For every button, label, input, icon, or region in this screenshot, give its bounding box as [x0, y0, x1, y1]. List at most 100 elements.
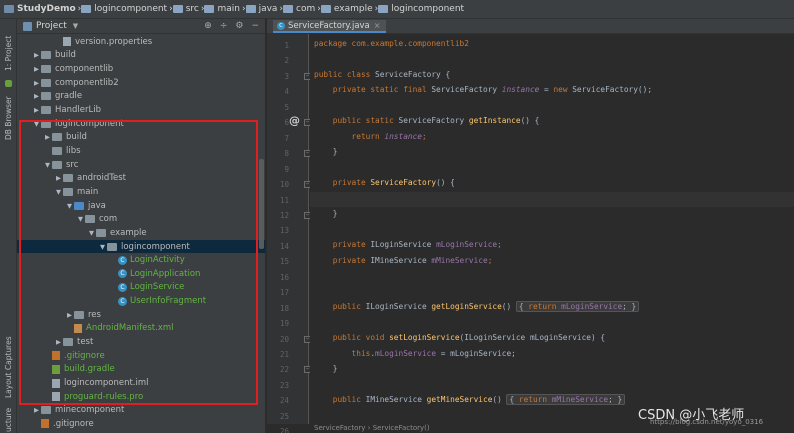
gear-icon[interactable]: ⚙	[235, 21, 243, 31]
locate-icon[interactable]: ⊕	[204, 21, 212, 31]
tree-item[interactable]: ▶ androidTest	[17, 172, 265, 186]
collapsed-arrow-icon[interactable]: ▶	[32, 92, 41, 100]
line-number: 19	[279, 319, 289, 329]
tree-item-label: componentlib	[55, 64, 114, 75]
tree-item[interactable]: C LoginService	[17, 281, 265, 295]
breadcrumb-item[interactable]: main	[204, 4, 240, 14]
tree-item-label: java	[88, 200, 106, 211]
collapse-icon[interactable]: ÷	[220, 21, 228, 31]
tree-item[interactable]: ▼ logincomponent	[17, 117, 265, 131]
breadcrumb-item[interactable]: example	[320, 4, 373, 14]
folder-icon	[52, 146, 62, 155]
breadcrumb-item[interactable]: logincomponent	[378, 4, 464, 14]
line-number: 25	[279, 411, 289, 421]
folder-icon	[63, 338, 73, 347]
db-browser-tab-label: DB Browser	[4, 96, 13, 140]
folded-region[interactable]: { return mMineService; }	[506, 394, 626, 405]
tree-item[interactable]: .gitignore	[17, 349, 265, 363]
tree-item[interactable]: C LoginApplication	[17, 267, 265, 281]
tree-item[interactable]: .gitignore	[17, 417, 265, 431]
expanded-arrow-icon[interactable]: ▼	[87, 229, 96, 237]
tab-service-factory[interactable]: C ServiceFactory.java ×	[273, 20, 387, 33]
collapsed-arrow-icon[interactable]: ▶	[32, 51, 41, 59]
collapsed-arrow-icon[interactable]: ▶	[32, 106, 41, 114]
tree-item[interactable]: ▶ gradle	[17, 90, 265, 104]
line-number: 26	[279, 427, 289, 433]
folder-icon	[41, 406, 51, 415]
tree-item[interactable]: ▶ minecomponent	[17, 404, 265, 418]
tree-item[interactable]: ▶ res	[17, 308, 265, 322]
tree-item[interactable]: ▶ test	[17, 335, 265, 349]
folder-icon	[4, 5, 14, 13]
gitignore-file-icon	[41, 419, 49, 429]
expanded-arrow-icon[interactable]: ▼	[98, 243, 107, 251]
tree-item[interactable]: ▼ example	[17, 226, 265, 240]
folder-icon	[172, 5, 183, 13]
structure-tab[interactable]: ucture	[1, 407, 16, 433]
collapsed-arrow-icon[interactable]: ▶	[43, 133, 52, 141]
tree-item-label: proguard-rules.pro	[64, 391, 144, 402]
breadcrumb-label: example	[333, 4, 373, 14]
tree-item[interactable]: proguard-rules.pro	[17, 390, 265, 404]
tree-item[interactable]: build.gradle	[17, 363, 265, 377]
code-line-3: public class ServiceFactory {	[314, 70, 451, 79]
tree-item[interactable]: version.properties	[17, 35, 265, 49]
breadcrumb-item[interactable]: com	[283, 4, 315, 14]
breadcrumb-item[interactable]: src	[172, 4, 199, 14]
editor-tab-bar: C ServiceFactory.java ×	[267, 19, 794, 34]
breadcrumb-label: logincomponent	[94, 4, 168, 14]
collapsed-arrow-icon[interactable]: ▶	[32, 406, 41, 414]
collapsed-arrow-icon[interactable]: ▶	[54, 338, 63, 346]
folder-icon	[41, 51, 51, 60]
tree-item[interactable]: ▶ componentlib	[17, 62, 265, 76]
tree-item[interactable]: C LoginActivity	[17, 253, 265, 267]
project-tool-tab[interactable]: 1: Project	[1, 23, 16, 83]
expanded-arrow-icon[interactable]: ▼	[32, 120, 41, 128]
panel-scrollbar[interactable]	[259, 159, 264, 249]
folder-icon	[41, 92, 51, 101]
tree-item[interactable]: ▶ build	[17, 49, 265, 63]
tree-item[interactable]: ▼ com	[17, 212, 265, 226]
collapsed-arrow-icon[interactable]: ▶	[32, 79, 41, 87]
tree-item[interactable]: ▶ build	[17, 131, 265, 145]
db-browser-tab[interactable]: DB Browser	[1, 93, 16, 143]
project-view-selector[interactable]: Project	[36, 21, 67, 31]
tree-item[interactable]: ▼ logincomponent	[17, 239, 265, 254]
breadcrumb-item[interactable]: logincomponent	[81, 4, 167, 14]
override-marker-icon[interactable]: @	[289, 114, 300, 127]
tree-item[interactable]: ▶ componentlib2	[17, 76, 265, 90]
tree-item[interactable]: libs	[17, 144, 265, 158]
tree-item[interactable]: ▼ java	[17, 199, 265, 213]
layout-captures-tab[interactable]: Layout Captures	[1, 329, 16, 405]
breadcrumb-item[interactable]: java	[245, 4, 277, 14]
line-number: 22	[279, 365, 289, 375]
folder-icon	[96, 228, 106, 237]
code-editor[interactable]: package com.example.componentlib2 public…	[310, 34, 794, 424]
tree-item[interactable]: logincomponent.iml	[17, 376, 265, 390]
chevron-down-icon[interactable]: ▼	[73, 22, 78, 30]
project-panel: Project ▼ ⊕ ÷ ⚙ − version.properties ▶ bui…	[17, 19, 266, 433]
tree-item[interactable]: ▼ src	[17, 158, 265, 172]
tree-item-label: .gitignore	[53, 418, 94, 429]
tree-item-label: gradle	[55, 91, 83, 102]
tool-window-strip: 1: Project DB Browser Layout Captures uc…	[0, 19, 17, 433]
folded-region[interactable]: { return mLoginService; }	[515, 301, 640, 312]
tree-item[interactable]: ▼ main	[17, 185, 265, 199]
expanded-arrow-icon[interactable]: ▼	[43, 161, 52, 169]
collapsed-arrow-icon[interactable]: ▶	[32, 65, 41, 73]
tree-item[interactable]: ▶ HandlerLib	[17, 103, 265, 117]
breadcrumb-item[interactable]: StudyDemo	[4, 4, 76, 14]
line-number: 13	[279, 226, 289, 236]
breadcrumb-label: main	[217, 4, 240, 14]
collapsed-arrow-icon[interactable]: ▶	[65, 311, 74, 319]
expanded-arrow-icon[interactable]: ▼	[76, 215, 85, 223]
hide-icon[interactable]: −	[251, 21, 259, 31]
tree-item[interactable]: AndroidManifest.xml	[17, 322, 265, 336]
close-icon[interactable]: ×	[374, 21, 381, 30]
expanded-arrow-icon[interactable]: ▼	[54, 188, 63, 196]
tree-item[interactable]: C UserInfoFragment	[17, 294, 265, 308]
tree-item-label: LoginService	[130, 282, 185, 293]
collapsed-arrow-icon[interactable]: ▶	[54, 174, 63, 182]
class-icon: C	[277, 21, 285, 30]
expanded-arrow-icon[interactable]: ▼	[65, 202, 74, 210]
